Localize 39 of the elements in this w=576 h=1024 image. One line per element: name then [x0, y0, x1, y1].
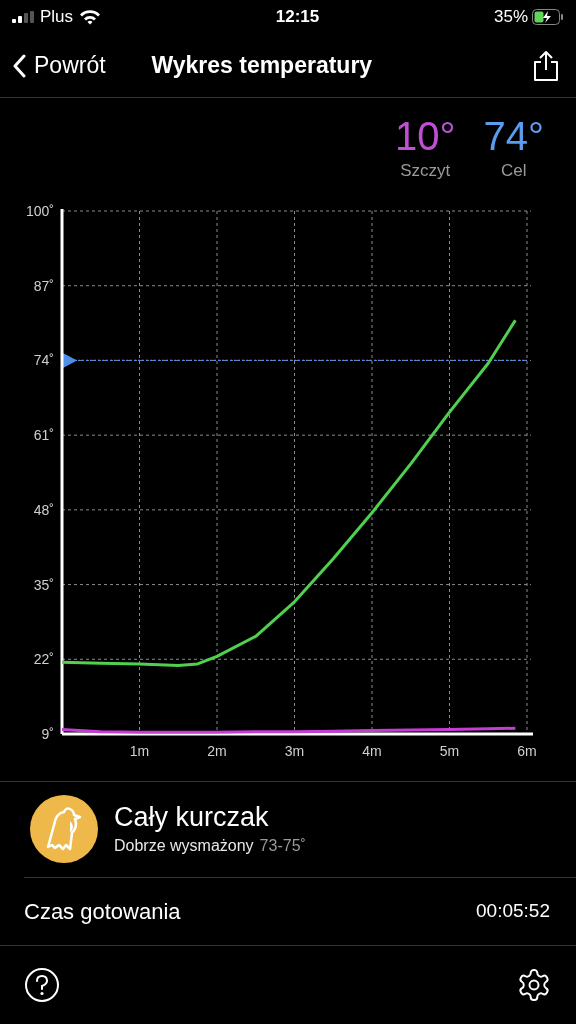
reading-value: 10°: [395, 114, 456, 159]
y-tick-label: 48˚: [33, 501, 54, 518]
settings-icon: [516, 966, 552, 1003]
x-tick-label: 4m: [362, 742, 382, 759]
clock-time: 12:15: [275, 6, 320, 29]
doneness-label: Dobrze wysmażony: [114, 836, 254, 857]
reading-value: 74°: [483, 114, 544, 159]
x-tick-label: 6m: [517, 742, 537, 759]
y-tick-label: 61˚: [33, 426, 54, 443]
x-tick-label: 2m: [207, 742, 227, 759]
settings-button[interactable]: [516, 966, 552, 1003]
y-tick-label: 22˚: [33, 651, 54, 667]
help-button[interactable]: [24, 966, 60, 1003]
y-tick-label: 100˚: [25, 202, 54, 219]
x-tick-label: 3m: [284, 742, 305, 759]
y-tick-label: 87˚: [33, 277, 54, 294]
reading-label: Cel: [501, 160, 527, 183]
x-tick-label: 1m: [129, 742, 150, 759]
target-marker-icon: [62, 352, 77, 369]
screen-title: Wykres temperatury: [151, 51, 373, 81]
cooking-time-label: Czas gotowania: [24, 897, 181, 926]
y-tick-label: 35˚: [33, 576, 54, 593]
y-tick-label: 74˚: [33, 352, 54, 369]
temperature-range: 73-75˚: [259, 836, 306, 857]
battery-icon: [532, 8, 564, 25]
help-icon: [24, 966, 60, 1003]
wifi-icon: [79, 8, 102, 25]
carrier-name: Plus: [40, 6, 74, 29]
chicken-icon: [30, 795, 98, 864]
cooking-time-value: 00:05:52: [476, 899, 550, 924]
share-icon: [532, 49, 560, 82]
x-tick-label: 5m: [439, 742, 460, 759]
signal-icon: [12, 10, 34, 23]
chevron-left-icon: [12, 53, 26, 78]
back-button[interactable]: Powrót: [12, 48, 106, 83]
battery-percent: 35%: [493, 6, 528, 29]
food-name: Cały kurczak: [114, 801, 270, 835]
y-tick-label: 9˚: [41, 725, 54, 742]
reading-label: Szczyt: [400, 160, 451, 183]
